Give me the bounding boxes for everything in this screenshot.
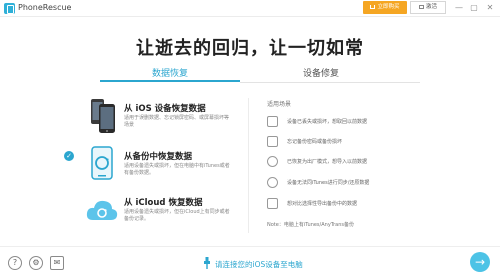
connect-device-prompt: 请连接您的iOS设备至电脑 bbox=[215, 260, 303, 269]
help-icon: ? bbox=[12, 258, 18, 267]
page-title: 让逝去的回归，让一切如常 bbox=[136, 38, 364, 59]
key-icon bbox=[418, 4, 424, 9]
option-icloud[interactable]: 从 iCloud 恢复数据 适用设备遗失或损坏，但在iCloud上有同步或者备份… bbox=[84, 190, 234, 240]
sync-icon bbox=[267, 177, 278, 188]
help-button[interactable]: ? bbox=[8, 256, 22, 270]
scenario-text: 已恢复为出厂模式，想导入以前数据 bbox=[287, 159, 368, 165]
app-logo-icon bbox=[4, 3, 15, 14]
buy-button[interactable]: 立即购买 bbox=[363, 1, 407, 14]
scenarios-note: Note：电脑上有iTunes/AnyTrans备份 bbox=[267, 222, 354, 228]
backup-restore-icon bbox=[91, 146, 113, 180]
buy-button-label: 立即购买 bbox=[377, 4, 400, 10]
close-button[interactable]: ✕ bbox=[484, 2, 496, 14]
option-desc: 适用设备遗失或损坏，但在电脑中有iTunes或者有备份数据。 bbox=[124, 163, 230, 176]
cart-icon bbox=[370, 4, 376, 9]
option-title: 从 iCloud 恢复数据 bbox=[124, 198, 203, 208]
lock-icon bbox=[267, 136, 278, 147]
tab-divider bbox=[240, 82, 420, 83]
app-title: PhoneRescue bbox=[18, 3, 72, 12]
scenario-item: 已恢复为出厂模式，想导入以前数据 bbox=[267, 156, 467, 168]
title-bar: PhoneRescue 立即购买 激活 — ▢ ✕ bbox=[0, 0, 500, 17]
scenario-text: 设备已丢失或损坏，想取回以前数据 bbox=[287, 119, 368, 125]
maximize-button[interactable]: ▢ bbox=[468, 2, 480, 14]
lost-phone-icon bbox=[267, 116, 278, 127]
active-tab-indicator bbox=[100, 80, 240, 82]
icloud-icon bbox=[86, 200, 118, 220]
register-button-label: 激活 bbox=[425, 4, 437, 10]
next-button[interactable]: → bbox=[470, 252, 490, 272]
scenarios-heading: 适用场景 bbox=[267, 101, 292, 108]
document-icon bbox=[267, 198, 278, 209]
option-title: 从备份中恢复数据 bbox=[124, 152, 193, 162]
scenario-text: 想对比选择性导出备份中的数据 bbox=[287, 201, 358, 207]
scenario-item: 想对比选择性导出备份中的数据 bbox=[267, 198, 467, 210]
usb-plug-icon bbox=[204, 257, 210, 269]
option-desc: 适用于误删数据、忘记锁屏密码、或屏幕损坏等场景 bbox=[124, 115, 230, 128]
tab-data-recovery[interactable]: 数据恢复 bbox=[100, 66, 240, 79]
gear-icon: ⚙ bbox=[32, 258, 40, 267]
scenario-text: 设备无法同iTunes进行同步/还原数据 bbox=[287, 180, 370, 186]
message-button[interactable]: ✉ bbox=[50, 256, 64, 270]
tab-device-repair[interactable]: 设备修复 bbox=[251, 66, 391, 79]
scenario-item: 设备无法同iTunes进行同步/还原数据 bbox=[267, 177, 467, 189]
scenario-text: 忘记备份密码或备份损坏 bbox=[287, 139, 343, 145]
reset-icon bbox=[267, 156, 278, 167]
settings-button[interactable]: ⚙ bbox=[29, 256, 43, 270]
panel-divider bbox=[248, 98, 249, 233]
selected-check-icon: ✓ bbox=[64, 151, 74, 161]
register-button[interactable]: 激活 bbox=[410, 1, 446, 14]
option-backup[interactable]: 从备份中恢复数据 适用设备遗失或损坏，但在电脑中有iTunes或者有备份数据。 bbox=[84, 144, 234, 194]
mail-icon: ✉ bbox=[53, 258, 61, 267]
scenario-item: 忘记备份密码或备份损坏 bbox=[267, 136, 467, 148]
option-desc: 适用设备遗失或损坏，但在iCloud上有同步或者备份记录。 bbox=[124, 209, 230, 222]
scenario-item: 设备已丢失或损坏，想取回以前数据 bbox=[267, 116, 467, 128]
minimize-button[interactable]: — bbox=[453, 2, 465, 14]
iphone-devices-icon bbox=[91, 99, 115, 133]
option-title: 从 iOS 设备恢复数据 bbox=[124, 104, 206, 114]
option-ios-device[interactable]: 从 iOS 设备恢复数据 适用于误删数据、忘记锁屏密码、或屏幕损坏等场景 bbox=[84, 96, 234, 146]
